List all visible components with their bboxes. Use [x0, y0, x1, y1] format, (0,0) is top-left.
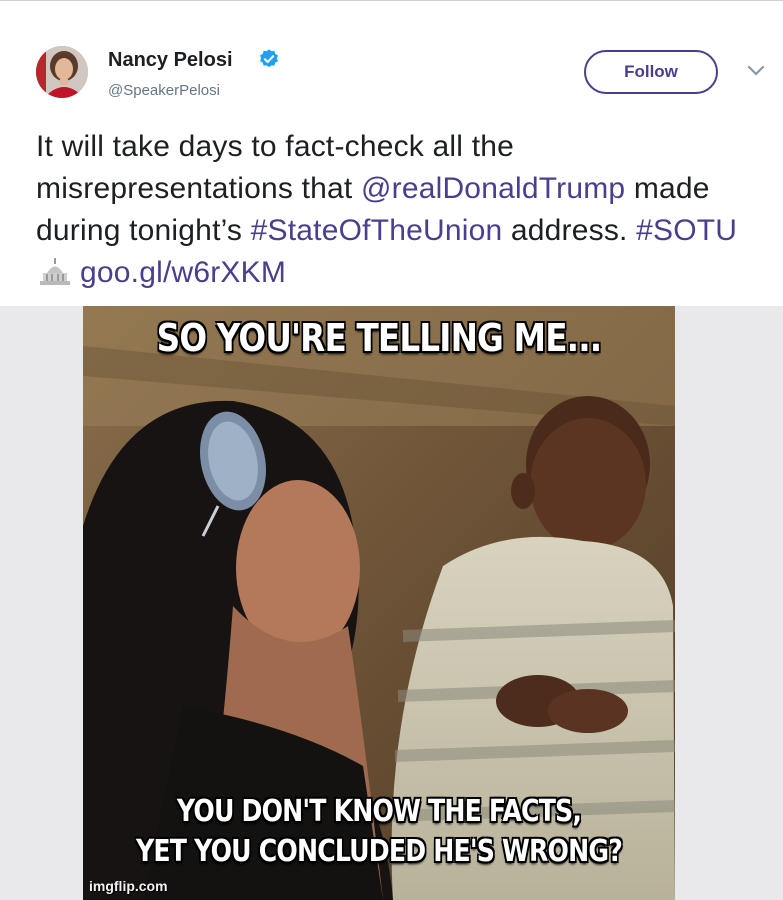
meme-bottom-caption: YOU DON'T KNOW THE FACTS,: [176, 794, 582, 829]
meme-image[interactable]: SO YOU'RE TELLING ME... YOU DON'T KNOW T…: [83, 306, 675, 900]
meme-bottom-caption: YET YOU CONCLUDED HE'S WRONG?: [136, 834, 623, 869]
avatar[interactable]: [36, 46, 88, 98]
url-link[interactable]: goo.gl/w6rXKM: [80, 256, 286, 289]
chevron-down-icon[interactable]: [746, 64, 766, 78]
hashtag-link[interactable]: #SOTU: [636, 214, 737, 247]
meme-top-caption: SO YOU'RE TELLING ME...: [156, 316, 603, 360]
author-name[interactable]: Nancy Pelosi: [108, 49, 233, 72]
verified-badge-icon: [260, 49, 278, 68]
hashtag-link[interactable]: #StateOfTheUnion: [251, 214, 503, 247]
avatar-photo-icon: [36, 46, 88, 98]
mention-link[interactable]: @realDonaldTrump: [361, 172, 625, 205]
meme-watermark: imgflip.com: [89, 878, 168, 894]
top-divider: [0, 0, 783, 1]
tweet-text-part: address.: [502, 214, 637, 247]
capitol-building-icon: [40, 258, 70, 285]
author-handle[interactable]: @SpeakerPelosi: [108, 82, 220, 99]
tweet-text: It will take days to fact-check all the …: [36, 126, 756, 294]
follow-button[interactable]: Follow: [584, 50, 718, 94]
